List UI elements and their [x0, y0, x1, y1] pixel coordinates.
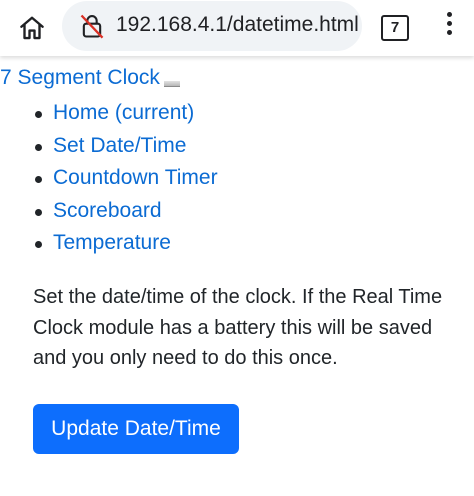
navbar-brand[interactable]: 7 Segment Clock — [0, 66, 180, 90]
more-vert-icon[interactable] — [442, 12, 456, 40]
tab-switcher-button[interactable]: 7 — [381, 15, 409, 41]
nav-item-home: Home (current) — [0, 97, 218, 130]
nav-link-set-date-time[interactable]: Set Date/Time — [53, 134, 186, 157]
bullet-icon — [35, 111, 42, 118]
bullet-icon — [35, 176, 42, 183]
brand-image — [163, 81, 180, 87]
bullet-icon — [35, 143, 42, 151]
nav-item-countdown-timer: Countdown Timer — [0, 162, 218, 195]
nav-list: Home (current) Set Date/Time Countdown T… — [0, 97, 218, 260]
nav-link-scoreboard[interactable]: Scoreboard — [53, 199, 162, 222]
bullet-icon — [35, 208, 42, 216]
page-description: Set the date/time of the clock. If the R… — [33, 286, 443, 369]
update-date-time-button[interactable]: Update Date/Time — [33, 404, 239, 454]
nav-item-scoreboard: Scoreboard — [0, 195, 218, 228]
browser-toolbar: 192.168.4.1/datetime.html 7 — [0, 0, 474, 56]
bullet-icon — [35, 241, 42, 248]
address-bar[interactable]: 192.168.4.1/datetime.html — [62, 1, 362, 51]
brand-text: 7 Segment Clock — [0, 66, 160, 89]
nav-link-temperature[interactable]: Temperature — [53, 231, 171, 254]
home-button[interactable] — [12, 8, 52, 48]
nav-link-countdown-timer[interactable]: Countdown Timer — [53, 166, 218, 189]
nav-item-temperature: Temperature — [0, 227, 218, 260]
nav-item-set-date-time: Set Date/Time — [0, 130, 218, 163]
nav-link-home[interactable]: Home (current) — [53, 101, 194, 124]
url-text[interactable]: 192.168.4.1/datetime.html — [116, 13, 359, 37]
not-secure-lock-icon[interactable] — [78, 12, 106, 40]
home-icon — [20, 16, 44, 40]
